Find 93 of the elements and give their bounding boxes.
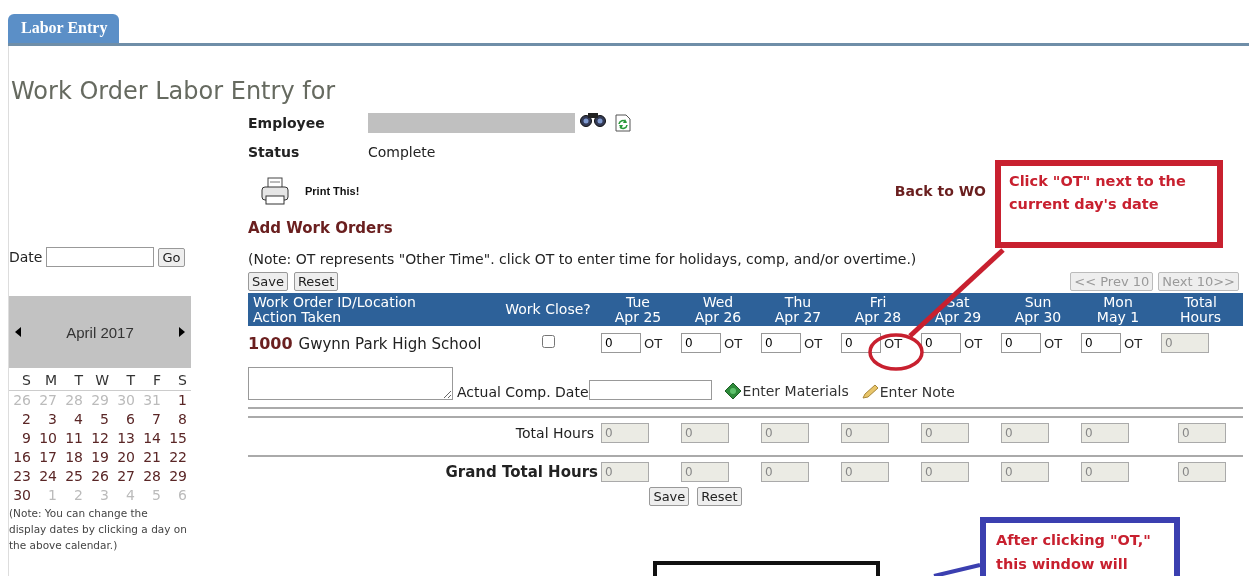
column-heading: Work Close? bbox=[505, 302, 591, 317]
calendar-day[interactable]: 1 bbox=[165, 391, 191, 410]
weekday-label: T bbox=[125, 371, 136, 390]
enter-materials-link[interactable]: Enter Materials bbox=[723, 382, 849, 400]
weekday-label: M bbox=[43, 371, 58, 390]
calendar-day[interactable]: 29 bbox=[165, 467, 191, 486]
enter-note-link[interactable]: Enter Note bbox=[860, 384, 955, 400]
calendar-day[interactable]: 14 bbox=[139, 429, 165, 448]
form-button[interactable]: Reset bbox=[293, 272, 339, 291]
ot-link[interactable]: OT bbox=[724, 335, 743, 351]
calendar-day[interactable]: 11 bbox=[61, 429, 87, 448]
weekday-label: F bbox=[151, 371, 162, 390]
go-button[interactable]: Go bbox=[158, 247, 185, 267]
input-field[interactable]: 0 bbox=[681, 333, 721, 353]
weekday-label: S bbox=[177, 371, 188, 390]
ot-link[interactable]: OT bbox=[804, 335, 823, 351]
weekday-label: T bbox=[73, 371, 84, 390]
column-heading: May 1 bbox=[1096, 309, 1140, 325]
calendar-day[interactable]: 10 bbox=[35, 429, 61, 448]
column-heading: Wed bbox=[702, 294, 734, 310]
input-field[interactable]: 0 bbox=[1081, 333, 1121, 353]
form-button[interactable]: Save bbox=[649, 487, 690, 506]
ot-note: (Note: OT represents "Other Time". click OT to enter time for holidays, comp, and/or overtime.) bbox=[248, 250, 918, 268]
ot-link[interactable]: OT bbox=[644, 335, 663, 351]
calendar-day[interactable]: 4 bbox=[61, 410, 87, 429]
column-heading: Apr 26 bbox=[694, 309, 742, 325]
calendar-day[interactable]: 13 bbox=[113, 429, 139, 448]
column-heading: Action Taken bbox=[253, 309, 342, 325]
result-callout: After clicking "OT," this window will bbox=[980, 517, 1180, 576]
column-heading: Apr 30 bbox=[1014, 309, 1062, 325]
form-button[interactable]: Reset bbox=[697, 487, 742, 506]
total-label: Grand Total Hours bbox=[444, 463, 598, 481]
input-field[interactable]: 0 bbox=[601, 333, 641, 353]
calendar-day[interactable]: 30 bbox=[9, 486, 35, 505]
calendar-day[interactable]: 22 bbox=[165, 448, 191, 467]
calendar-day[interactable]: 2 bbox=[9, 410, 35, 429]
input-field[interactable]: 0 bbox=[841, 333, 881, 353]
calendar-day[interactable]: 9 bbox=[9, 429, 35, 448]
calendar-day[interactable]: 16 bbox=[9, 448, 35, 467]
calendar-day[interactable]: 15 bbox=[165, 429, 191, 448]
input-field[interactable]: 0 bbox=[761, 333, 801, 353]
weekday-label: S bbox=[21, 371, 32, 390]
calendar-day[interactable]: 24 bbox=[35, 467, 61, 486]
calendar-day[interactable]: 27 bbox=[113, 467, 139, 486]
ot-link[interactable]: OT bbox=[1044, 335, 1063, 351]
column-heading: Thu bbox=[784, 294, 812, 310]
ot-link[interactable]: OT bbox=[1124, 335, 1143, 351]
calendar-day[interactable]: 26 bbox=[87, 467, 113, 486]
comp-date-label: Actual Comp. Date bbox=[457, 384, 589, 400]
employee-label: Employee bbox=[248, 114, 326, 131]
date-label: Date bbox=[9, 249, 43, 265]
input-field[interactable]: 0 bbox=[1001, 333, 1041, 353]
ot-link[interactable]: OT bbox=[964, 335, 983, 351]
work-order-id[interactable]: 1000 bbox=[248, 333, 293, 353]
location-text: Gwynn Park High School bbox=[298, 334, 482, 353]
column-heading: Fri bbox=[869, 294, 887, 310]
calendar-day[interactable]: 21 bbox=[139, 448, 165, 467]
back-link[interactable]: Back to WO bbox=[894, 183, 986, 199]
calendar-day[interactable]: 28 bbox=[139, 467, 165, 486]
print-link[interactable]: Print This! bbox=[305, 185, 360, 197]
column-heading: Apr 25 bbox=[614, 309, 662, 325]
calendar-day[interactable]: 6 bbox=[113, 410, 139, 429]
column-heading: Mon bbox=[1103, 294, 1133, 310]
column-heading: Apr 28 bbox=[854, 309, 902, 325]
calendar-day[interactable]: 5 bbox=[87, 410, 113, 429]
calendar-note: (Note: You can change the display dates by clicking a day on the above calendar.) bbox=[9, 506, 187, 553]
form-button[interactable]: Save bbox=[248, 272, 288, 291]
column-heading: Apr 29 bbox=[934, 309, 982, 325]
calendar-day[interactable]: 8 bbox=[165, 410, 191, 429]
page-title: Work Order Labor Entry for bbox=[10, 76, 337, 106]
calendar-day[interactable]: 12 bbox=[87, 429, 113, 448]
instruction-callout: Click "OT" next to the current day's date bbox=[995, 160, 1223, 248]
calendar-day[interactable]: 25 bbox=[61, 467, 87, 486]
calendar-day[interactable]: 7 bbox=[139, 410, 165, 429]
column-heading: Apr 27 bbox=[774, 309, 822, 325]
column-heading: Tue bbox=[626, 294, 650, 310]
calendar-month: April 2017 bbox=[66, 323, 134, 341]
weekday-label: W bbox=[94, 371, 110, 390]
total-label: Total Hours bbox=[514, 425, 595, 441]
calendar-day[interactable]: 3 bbox=[35, 410, 61, 429]
calendar-day[interactable]: 17 bbox=[35, 448, 61, 467]
column-heading: Sun bbox=[1024, 294, 1052, 310]
status-label: Status bbox=[248, 143, 301, 160]
column-heading: Hours bbox=[1180, 309, 1221, 325]
column-heading: Work Order ID/Location bbox=[253, 294, 416, 310]
calendar-day[interactable]: 19 bbox=[87, 448, 113, 467]
calendar-day[interactable]: 18 bbox=[61, 448, 87, 467]
calendar-day[interactable]: 20 bbox=[113, 448, 139, 467]
input-field[interactable]: 0 bbox=[921, 333, 961, 353]
calendar-day[interactable]: 23 bbox=[9, 467, 35, 486]
status-value: Complete bbox=[368, 143, 436, 160]
column-heading: Total bbox=[1184, 294, 1217, 310]
ot-link[interactable]: OT bbox=[884, 335, 903, 351]
